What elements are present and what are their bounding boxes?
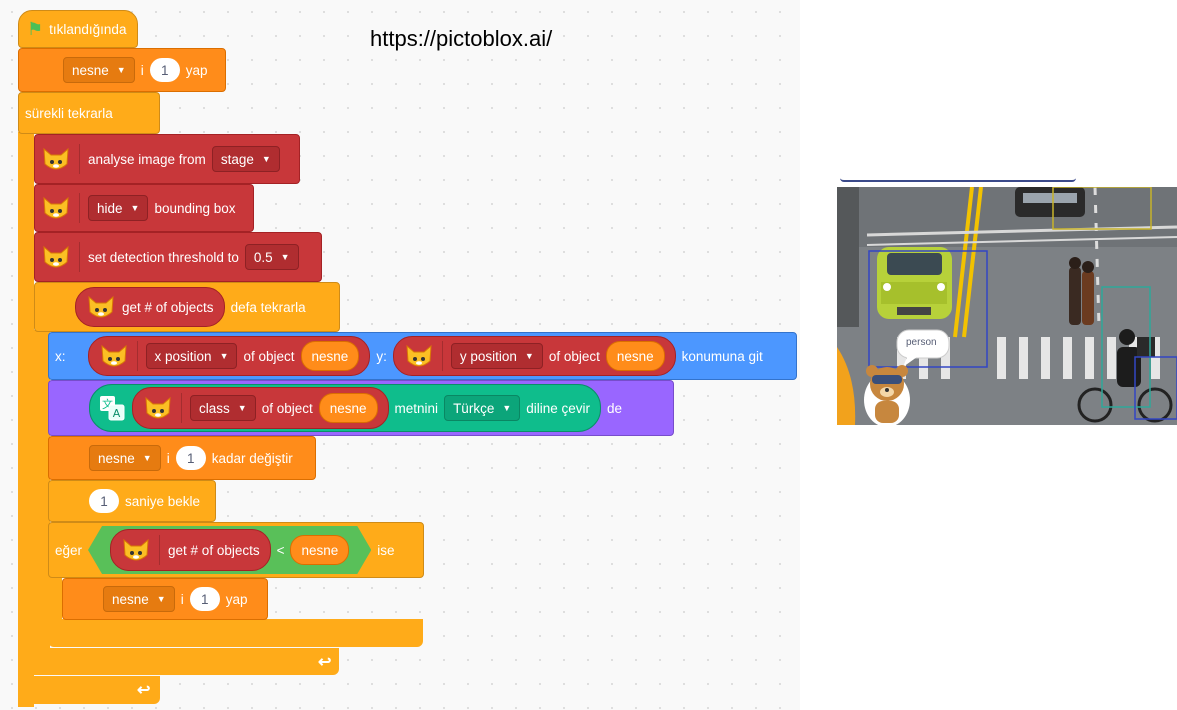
- caret-down-icon: ▼: [130, 203, 140, 213]
- repeat-block[interactable]: get # of objects defa tekrarla: [34, 282, 340, 332]
- set-mid-label: i: [140, 62, 144, 78]
- say-block[interactable]: 文A class ▼ of object nesne metnini Türkçe…: [48, 380, 674, 436]
- caret-down-icon: ▼: [280, 252, 290, 262]
- if-suffix-label: ise: [377, 542, 395, 558]
- cat-face-icon: [39, 191, 73, 225]
- say-suffix-label: de: [607, 400, 623, 416]
- caret-down-icon: ▼: [502, 403, 512, 413]
- class-reporter[interactable]: class ▼ of object nesne: [132, 387, 389, 429]
- value-input[interactable]: 1: [175, 446, 206, 470]
- translate-icon: 文A: [98, 394, 126, 422]
- translate-reporter[interactable]: 文A class ▼ of object nesne metnini Türkçe…: [89, 384, 602, 432]
- caret-down-icon: ▼: [237, 403, 247, 413]
- language-dropdown[interactable]: Türkçe ▼: [444, 395, 521, 421]
- when-flag-clicked-label: tıklandığında: [49, 21, 127, 37]
- x-position-reporter[interactable]: x position ▼ of object nesne: [87, 336, 371, 376]
- wait-suffix-label: saniye bekle: [125, 493, 201, 509]
- cat-face-icon: [141, 391, 175, 425]
- class-dropdown[interactable]: class ▼: [190, 395, 256, 421]
- change-variable-block[interactable]: nesne ▼ i 1 kadar değiştir: [48, 436, 316, 480]
- caret-down-icon: ▼: [156, 594, 166, 604]
- wait-block[interactable]: 1 saniye bekle: [48, 480, 216, 522]
- of-object-label: of object: [261, 400, 313, 416]
- repeat-suffix-label: defa tekrarla: [230, 299, 306, 315]
- loop-arrow-icon: ↩: [137, 682, 151, 699]
- street-scene-image: [837, 187, 1177, 425]
- set-suffix-label: yap: [225, 591, 248, 607]
- green-flag-icon: ⚑: [27, 18, 44, 39]
- variable-reporter[interactable]: nesne: [290, 535, 349, 565]
- if-label: eğer: [55, 542, 83, 558]
- value-input[interactable]: 1: [189, 587, 220, 611]
- y-position-reporter[interactable]: y position ▼ of object nesne: [392, 336, 676, 376]
- bounding-box-block[interactable]: hide ▼ bounding box: [34, 184, 254, 232]
- operator-label: <: [276, 542, 285, 558]
- variable-dropdown[interactable]: nesne ▼: [89, 445, 161, 471]
- svg-text:A: A: [113, 407, 121, 420]
- detection-threshold-block[interactable]: set detection threshold to 0.5 ▼: [34, 232, 322, 282]
- source-dropdown[interactable]: stage ▼: [211, 146, 280, 172]
- change-suffix-label: kadar değiştir: [211, 450, 293, 466]
- if-bottom: [48, 619, 423, 647]
- visibility-dropdown[interactable]: hide ▼: [88, 195, 149, 221]
- forever-arm: [18, 132, 34, 707]
- caret-down-icon: ▼: [261, 154, 271, 164]
- variable-reporter[interactable]: nesne: [318, 393, 378, 423]
- bounding-box-label: bounding box: [154, 200, 236, 216]
- x-position-dropdown[interactable]: x position ▼: [145, 343, 238, 369]
- stage-top-edge: [840, 176, 1076, 182]
- value-input[interactable]: 1: [149, 58, 180, 82]
- threshold-dropdown[interactable]: 0.5 ▼: [244, 244, 299, 270]
- cat-face-icon: [97, 339, 131, 373]
- reporter-label: get # of objects: [168, 542, 260, 558]
- y-label: y:: [376, 348, 387, 364]
- if-block[interactable]: eğer get # of objects < nesne ise: [48, 522, 424, 578]
- reporter-label: get # of objects: [122, 299, 214, 315]
- cat-face-icon: [119, 533, 153, 567]
- cat-face-icon: [39, 142, 73, 176]
- cat-face-icon: [84, 290, 118, 324]
- caret-down-icon: ▼: [116, 65, 126, 75]
- variable-dropdown[interactable]: nesne ▼: [103, 586, 175, 612]
- caret-down-icon: ▼: [524, 351, 534, 361]
- set-suffix-label: yap: [185, 62, 208, 78]
- cat-face-icon: [39, 240, 73, 274]
- forever-block[interactable]: sürekli tekrarla: [18, 92, 160, 134]
- url-caption: https://pictoblox.ai/: [370, 26, 553, 51]
- text-label: metnini: [394, 400, 439, 416]
- get-object-count-reporter[interactable]: get # of objects: [75, 287, 225, 327]
- detection-label: person: [906, 337, 937, 348]
- when-flag-clicked-block[interactable]: ⚑ tıklandığında: [18, 10, 138, 48]
- translate-label: diline çevir: [526, 400, 591, 416]
- forever-label: sürekli tekrarla: [25, 105, 113, 121]
- caret-down-icon: ▼: [142, 453, 152, 463]
- if-arm: [48, 577, 62, 622]
- change-mid-label: i: [166, 450, 170, 466]
- repeat-bottom: [34, 648, 339, 675]
- goto-xy-block[interactable]: x: x position ▼ of object nesne y: y posi…: [48, 332, 797, 380]
- set-variable-block[interactable]: nesne ▼ i 1 yap: [62, 578, 268, 620]
- threshold-label: set detection threshold to: [88, 249, 239, 265]
- of-object-label: of object: [548, 348, 600, 364]
- loop-arrow-icon: ↩: [318, 654, 332, 671]
- goto-suffix-label: konumuna git: [681, 348, 763, 364]
- stage[interactable]: person: [837, 187, 1177, 425]
- set-variable-block[interactable]: nesne ▼ i 1 yap: [18, 48, 226, 92]
- cat-face-icon: [402, 339, 436, 373]
- variable-reporter[interactable]: nesne: [605, 341, 665, 371]
- less-than-operator[interactable]: get # of objects < nesne: [88, 526, 371, 574]
- get-object-count-reporter[interactable]: get # of objects: [110, 529, 271, 571]
- of-object-label: of object: [243, 348, 295, 364]
- set-mid-label: i: [180, 591, 184, 607]
- variable-reporter[interactable]: nesne: [300, 341, 360, 371]
- value-input[interactable]: 1: [89, 489, 119, 513]
- analyse-image-block[interactable]: analyse image from stage ▼: [34, 134, 300, 184]
- caret-down-icon: ▼: [219, 351, 229, 361]
- y-position-dropdown[interactable]: y position ▼: [450, 343, 543, 369]
- x-label: x:: [55, 348, 66, 364]
- analyse-label: analyse image from: [88, 151, 206, 167]
- variable-dropdown[interactable]: nesne ▼: [63, 57, 135, 83]
